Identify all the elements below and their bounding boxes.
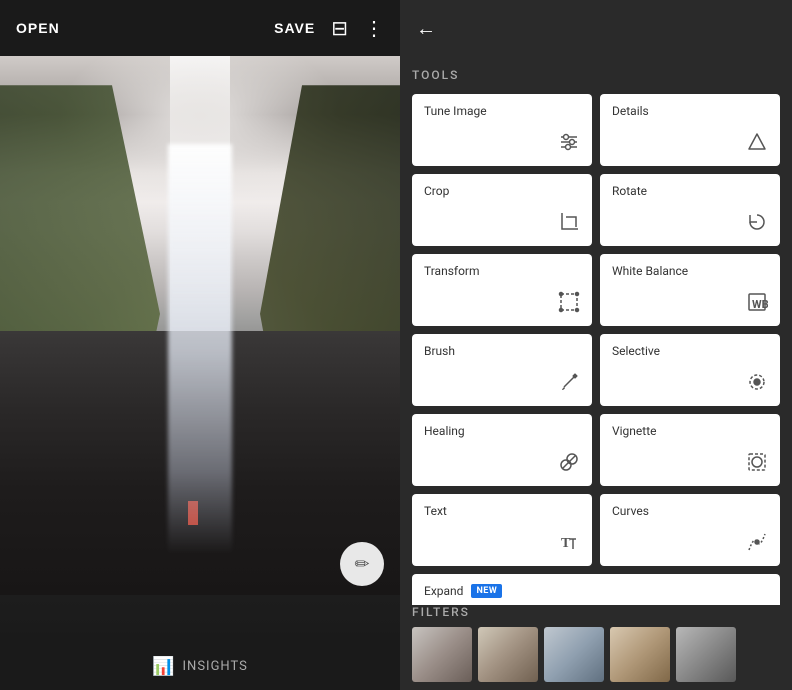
left-header: OPEN SAVE ⊟ ⋮ [0, 0, 400, 56]
right-panel: ← TOOLS Tune Image [400, 0, 792, 690]
brush-label: Brush [424, 344, 580, 358]
rotate-icon [746, 211, 768, 238]
curves-label: Curves [612, 504, 768, 518]
filter-thumb-5[interactable] [676, 627, 736, 682]
save-button[interactable]: SAVE [274, 20, 315, 36]
edit-button[interactable]: ✏ [340, 542, 384, 586]
filter-thumb-3[interactable] [544, 627, 604, 682]
filters-section: FILTERS [400, 605, 792, 690]
svg-text:T: T [561, 536, 571, 551]
tool-brush[interactable]: Brush [412, 334, 592, 406]
ground [0, 331, 400, 595]
transform-label: Transform [424, 264, 580, 278]
tune-image-label: Tune Image [424, 104, 580, 118]
back-arrow-icon[interactable]: ← [416, 16, 436, 41]
rotate-label: Rotate [612, 184, 768, 198]
tool-crop[interactable]: Crop [412, 174, 592, 246]
healing-icon [558, 451, 580, 478]
new-badge: NEW [471, 584, 502, 598]
right-header: ← [400, 0, 792, 56]
transform-icon [558, 291, 580, 318]
filter-thumb-4[interactable] [610, 627, 670, 682]
tool-transform[interactable]: Transform [412, 254, 592, 326]
white-balance-label: White Balance [612, 264, 768, 278]
left-panel: OPEN SAVE ⊟ ⋮ ✏ 📊 INSIGHTS [0, 0, 400, 690]
tool-tune-image[interactable]: Tune Image [412, 94, 592, 166]
crop-label: Crop [424, 184, 580, 198]
text-icon: T [558, 531, 580, 558]
open-button[interactable]: OPEN [16, 20, 60, 36]
filter-thumb-2[interactable] [478, 627, 538, 682]
vignette-icon [746, 451, 768, 478]
tool-rotate[interactable]: Rotate [600, 174, 780, 246]
healing-label: Healing [424, 424, 580, 438]
tool-white-balance[interactable]: White Balance WB [600, 254, 780, 326]
insights-label: INSIGHTS [183, 659, 248, 674]
tools-section-title: TOOLS [412, 68, 780, 82]
insights-icon: 📊 [152, 656, 174, 677]
brush-icon [558, 371, 580, 398]
tool-curves[interactable]: Curves [600, 494, 780, 566]
tune-image-icon [558, 131, 580, 158]
vignette-label: Vignette [612, 424, 768, 438]
header-icons: SAVE ⊟ ⋮ [274, 16, 384, 40]
details-label: Details [612, 104, 768, 118]
expand-name-row: Expand NEW [424, 584, 768, 598]
tools-grid: Tune Image Details [412, 94, 780, 605]
photo-container: ✏ [0, 56, 400, 642]
left-footer[interactable]: 📊 INSIGHTS [0, 642, 400, 690]
text-label: Text [424, 504, 580, 518]
expand-label: Expand [424, 584, 463, 598]
stack-icon[interactable]: ⊟ [331, 16, 348, 40]
curves-icon [746, 531, 768, 558]
filter-thumb-1[interactable] [412, 627, 472, 682]
tools-section: TOOLS Tune Image Detail [400, 56, 792, 605]
white-balance-icon: WB [746, 291, 768, 318]
filters-title: FILTERS [412, 605, 780, 619]
tool-expand[interactable]: Expand NEW [412, 574, 780, 605]
tool-healing[interactable]: Healing [412, 414, 592, 486]
tool-selective[interactable]: Selective [600, 334, 780, 406]
tool-text[interactable]: Text T [412, 494, 592, 566]
person-silhouette [188, 501, 198, 525]
filters-row [412, 627, 780, 682]
tool-details[interactable]: Details [600, 94, 780, 166]
svg-text:WB: WB [752, 298, 768, 311]
more-options-icon[interactable]: ⋮ [364, 16, 384, 40]
tool-vignette[interactable]: Vignette [600, 414, 780, 486]
crop-icon [558, 211, 580, 238]
waterfall-image [0, 56, 400, 642]
details-icon [746, 131, 768, 158]
selective-icon [746, 371, 768, 398]
selective-label: Selective [612, 344, 768, 358]
